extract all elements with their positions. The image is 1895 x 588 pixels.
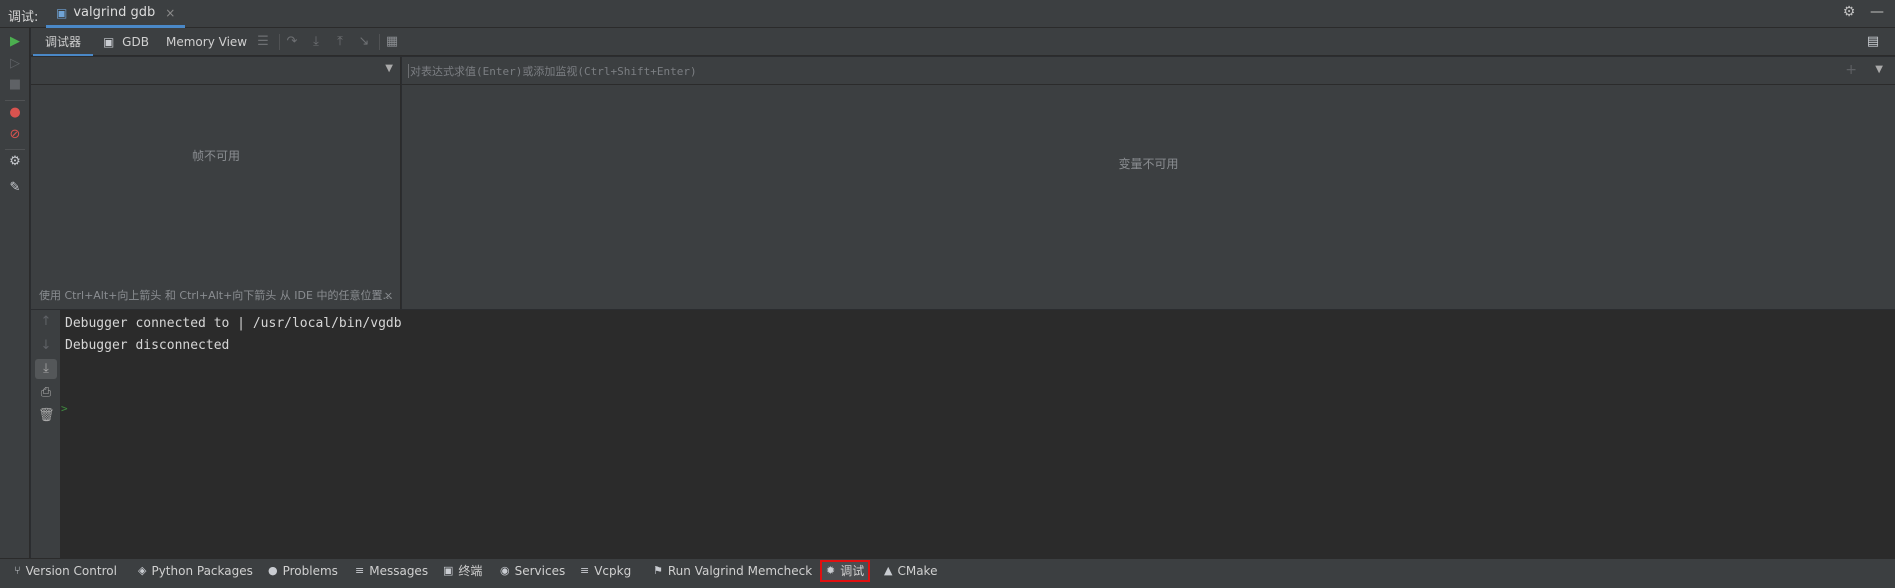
- terminal-icon: ▣: [443, 564, 454, 577]
- toolbar-divider: [5, 149, 25, 150]
- evaluate-expression-input[interactable]: [410, 61, 1830, 81]
- layers-icon: ◈: [138, 564, 147, 577]
- run-valgrind-icon: ⚑: [653, 564, 663, 577]
- tab-gdb-label: GDB: [122, 35, 149, 49]
- tool-debug[interactable]: ✹ 调试: [820, 560, 871, 582]
- menu-icon[interactable]: ☰: [255, 34, 271, 50]
- evaluate-expression-bar: + ▼: [402, 57, 1895, 85]
- chevron-down-icon[interactable]: ▼: [1875, 64, 1883, 75]
- trash-icon[interactable]: 🗑: [38, 408, 55, 424]
- triangle-icon: ▲: [884, 564, 893, 577]
- tool-label: Run Valgrind Memcheck: [667, 564, 813, 578]
- tab-debugger-label: 调试器: [45, 35, 82, 49]
- variables-panel: + ▼ 变量不可用: [402, 57, 1895, 309]
- pin-icon[interactable]: ✎: [7, 180, 23, 196]
- close-icon[interactable]: ×: [165, 6, 175, 20]
- debug-config-icon: ▣: [56, 5, 68, 20]
- toolbar-divider: [5, 100, 25, 101]
- tool-window-title: 调试:: [8, 10, 39, 25]
- view-breakpoints-icon[interactable]: ●: [7, 105, 23, 121]
- tab-gdb[interactable]: ▣ GDB: [103, 28, 149, 56]
- evaluate-icon[interactable]: ▦: [384, 34, 400, 50]
- toolbar-divider: [379, 34, 380, 50]
- list-icon: ≡: [355, 564, 365, 577]
- step-over-icon[interactable]: ↷: [284, 34, 300, 50]
- debug-actions-toolbar: ▶ ▷ ■ ● ⊘ ⚙ ✎: [0, 28, 30, 558]
- tool-problems[interactable]: ● Problems: [268, 561, 338, 581]
- tool-window-header: 调试: ▣ valgrind gdb × ⚙ —: [0, 0, 1895, 28]
- tool-messages[interactable]: ≡ Messages: [355, 561, 428, 581]
- console-prompt: >: [61, 402, 68, 415]
- print-icon[interactable]: ⎙: [38, 385, 54, 401]
- frames-panel: ▼ 帧不可用 使用 Ctrl+Alt+向上箭头 和 Ctrl+Alt+向下箭头 …: [31, 57, 401, 309]
- tab-memory-view-label: Memory View: [166, 35, 248, 49]
- list-icon: ≡: [580, 564, 590, 577]
- tool-label: Problems: [282, 564, 338, 578]
- add-watch-icon[interactable]: +: [1845, 62, 1857, 78]
- resume-icon[interactable]: ▷: [7, 56, 23, 72]
- tool-version-control[interactable]: ⑂ Version Control: [14, 561, 117, 581]
- step-into-icon[interactable]: ⤓: [308, 34, 324, 50]
- mute-breakpoints-icon[interactable]: ⊘: [7, 127, 23, 143]
- tool-run-valgrind-memcheck[interactable]: ⚑ Run Valgrind Memcheck: [653, 561, 812, 581]
- console-toolbar: ↑ ↓ ⤓ ⎙ 🗑: [31, 310, 61, 558]
- tab-debugger[interactable]: 调试器: [33, 28, 94, 56]
- scroll-to-end-icon[interactable]: ⤓: [35, 359, 57, 379]
- gear-icon[interactable]: ⚙: [1841, 4, 1857, 20]
- info-icon: ●: [268, 564, 278, 577]
- tool-label: Vcpkg: [594, 564, 632, 578]
- tool-label: 终端: [458, 564, 483, 578]
- services-icon: ◉: [500, 564, 510, 577]
- tab-memory-view[interactable]: Memory View: [166, 28, 247, 56]
- step-out-icon[interactable]: ⤒: [332, 34, 348, 50]
- chevron-down-icon: ▼: [385, 63, 393, 74]
- layout-icon[interactable]: ▤: [1865, 34, 1881, 50]
- console-line: Debugger disconnected: [65, 338, 230, 353]
- rerun-icon[interactable]: ▶: [7, 34, 23, 50]
- bug-icon: ✹: [826, 564, 836, 577]
- settings-icon[interactable]: ⚙: [7, 154, 23, 170]
- frames-hint: 使用 Ctrl+Alt+向上箭头 和 Ctrl+Alt+向下箭头 从 IDE 中…: [31, 285, 401, 307]
- thread-selector[interactable]: ▼: [31, 57, 401, 85]
- tool-label: Version Control: [25, 564, 117, 578]
- tool-cmake[interactable]: ▲ CMake: [884, 561, 937, 581]
- status-bar: [0, 582, 1895, 588]
- tab-valgrind-gdb[interactable]: ▣ valgrind gdb ×: [46, 0, 186, 28]
- branch-icon: ⑂: [14, 564, 21, 577]
- debug-tool-window: 调试: ▣ valgrind gdb × ⚙ — ▶ ▷ ■ ● ⊘ ⚙ ✎ 调…: [0, 0, 1895, 588]
- tool-label: Messages: [369, 564, 429, 578]
- frames-empty-text: 帧不可用: [191, 149, 240, 163]
- tool-vcpkg[interactable]: ≡ Vcpkg: [580, 561, 631, 581]
- tool-label: Python Packages: [151, 564, 253, 578]
- tool-windows-bar: ⑂ Version Control ◈ Python Packages ● Pr…: [0, 558, 1895, 582]
- session-tab-label: valgrind gdb: [73, 5, 156, 20]
- toolbar-divider: [279, 34, 280, 50]
- tool-label: 调试: [840, 564, 865, 578]
- stop-icon[interactable]: ■: [7, 77, 23, 93]
- text-caret: [408, 64, 409, 78]
- debugger-console[interactable]: Debugger connected to | /usr/local/bin/v…: [61, 310, 1895, 558]
- debugger-tabs-bar: 调试器 ▣ GDB Memory View ☰ ↷ ⤓ ⤒ ↘ ▦ ▤: [31, 28, 1895, 56]
- tool-terminal[interactable]: ▣ 终端: [443, 561, 482, 581]
- tool-python-packages[interactable]: ◈ Python Packages: [138, 561, 253, 581]
- arrow-down-icon[interactable]: ↓: [38, 338, 54, 354]
- tool-label: CMake: [897, 564, 938, 578]
- frames-hint-text: 使用 Ctrl+Alt+向上箭头 和 Ctrl+Alt+向下箭头 从 IDE 中…: [39, 289, 393, 302]
- tool-services[interactable]: ◉ Services: [500, 561, 565, 581]
- tool-label: Services: [514, 564, 566, 578]
- terminal-icon: ▣: [103, 35, 115, 49]
- close-icon[interactable]: ×: [384, 285, 393, 307]
- run-to-cursor-icon[interactable]: ↘: [356, 34, 372, 50]
- console-line: Debugger connected to | /usr/local/bin/v…: [65, 316, 402, 331]
- minimize-icon[interactable]: —: [1869, 4, 1885, 20]
- arrow-up-icon[interactable]: ↑: [38, 314, 54, 330]
- variables-empty-text: 变量不可用: [1118, 157, 1179, 171]
